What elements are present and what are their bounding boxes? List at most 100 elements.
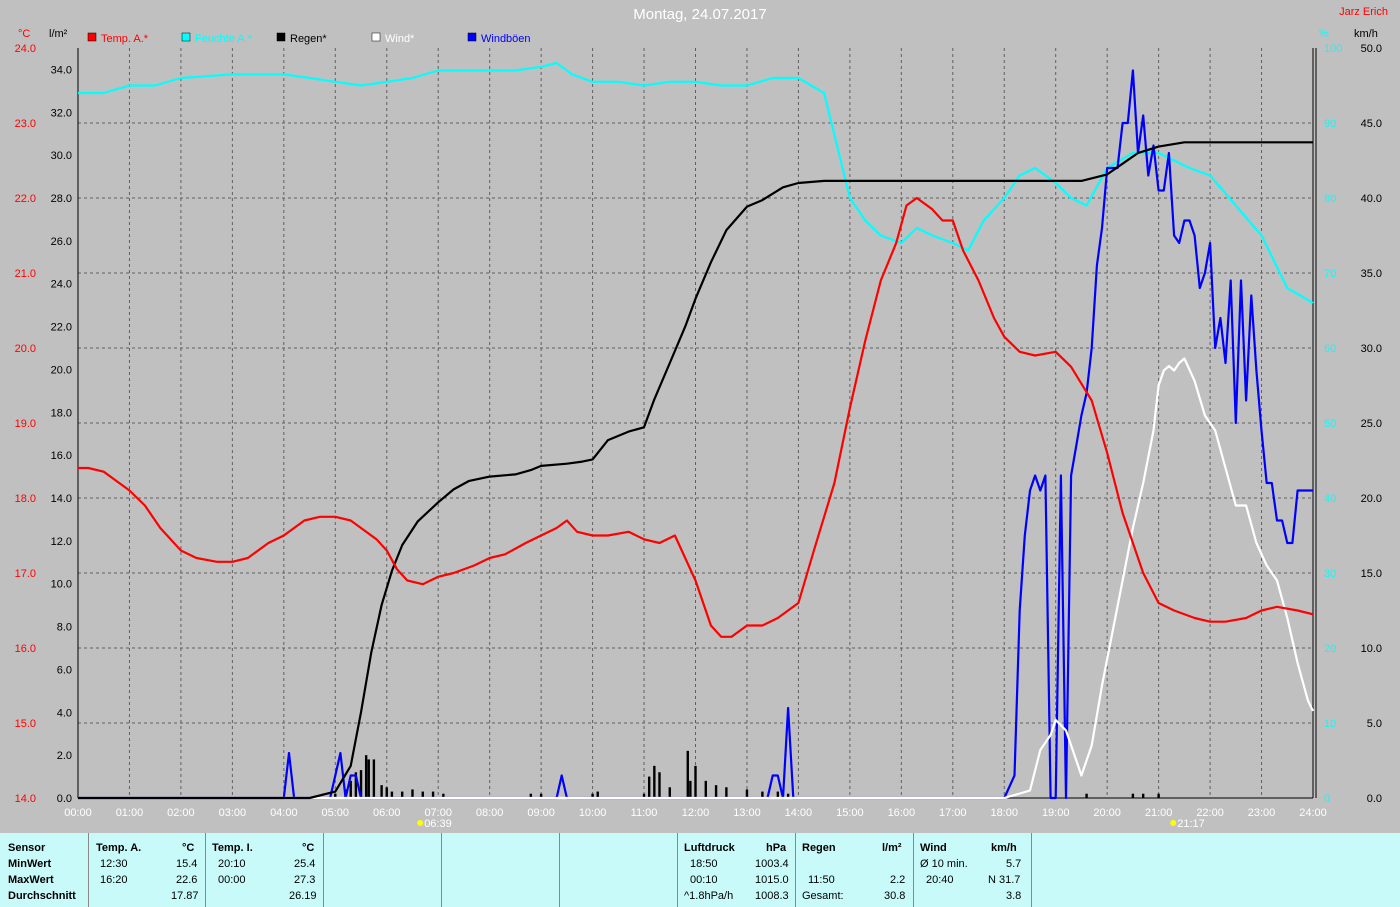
x-tick-label: 24:00 — [1299, 807, 1327, 819]
rain-tick-label: 34.0 — [51, 64, 72, 76]
rain-tick-label: 8.0 — [57, 622, 72, 634]
pressure-title: Luftdruck — [684, 842, 735, 854]
rain-tick-label: 16.0 — [51, 450, 72, 462]
pressure-min-time: 18:50 — [690, 858, 718, 870]
sun-markers: 06:39 21:17 — [417, 818, 1205, 830]
rain-tick-label: 2.0 — [57, 750, 72, 762]
rain-bar — [745, 789, 749, 798]
humidity-tick-label: 90 — [1324, 118, 1336, 130]
humidity-tick-label: 70 — [1324, 268, 1336, 280]
temp-tick-label: 22.0 — [15, 193, 36, 205]
wind-unit: km/h — [991, 842, 1017, 854]
rain-unit-label: l/m² — [49, 28, 68, 40]
x-tick-label: 04:00 — [270, 807, 298, 819]
temp-tick-label: 24.0 — [15, 43, 36, 55]
temp-tick-label: 14.0 — [15, 793, 36, 805]
legend-label: Feuchte A.* — [195, 33, 253, 45]
x-tick-label: 18:00 — [990, 807, 1018, 819]
x-tick-label: 15:00 — [836, 807, 864, 819]
rain-bar — [411, 789, 414, 798]
rain-bar — [367, 759, 370, 798]
rain-tick-label: 32.0 — [51, 107, 72, 119]
rain-tick-label: 18.0 — [51, 407, 72, 419]
chart-title: Montag, 24.07.2017 — [633, 6, 767, 23]
pressure-trend: ^1.8hPa/h — [684, 890, 734, 902]
humidity-tick-label: 10 — [1324, 718, 1336, 730]
wind-min: 5.7 — [1006, 858, 1022, 870]
temp-tick-label: 21.0 — [15, 268, 36, 280]
rain-tick-label: 24.0 — [51, 279, 72, 291]
x-tick-label: 19:00 — [1042, 807, 1070, 819]
wind-unit-label: km/h — [1354, 28, 1378, 40]
rain-bar — [1131, 793, 1135, 798]
humidity-unit-label: % — [1319, 28, 1329, 40]
rain-tick-label: 12.0 — [51, 536, 72, 548]
pressure-max: 1015.0 — [755, 874, 789, 886]
row-label-avg: Durchschnitt — [8, 890, 76, 902]
temp-a-max: 22.6 — [176, 874, 198, 886]
x-tick-label: 12:00 — [682, 807, 710, 819]
rain-total-label: Gesamt: — [802, 890, 844, 902]
rain-bar — [380, 785, 383, 798]
wind-min-label: Ø 10 min. — [920, 858, 968, 870]
rain-tick-label: 0.0 — [57, 793, 72, 805]
rain-tick-label: 30.0 — [51, 150, 72, 162]
sunset-marker-label: 21:17 — [1177, 818, 1205, 830]
sunset-marker-icon — [1170, 820, 1177, 826]
wind-tick-label: 0.0 — [1367, 793, 1382, 805]
wind-tick-label: 30.0 — [1361, 343, 1382, 355]
temp-i-min-time: 20:10 — [218, 858, 246, 870]
humidity-tick-label: 60 — [1324, 343, 1336, 355]
wind-avg: 3.8 — [1006, 890, 1022, 902]
wind-max-time: 20:40 — [926, 874, 954, 886]
rain-bar — [1085, 793, 1088, 798]
legend-swatch — [87, 32, 97, 42]
temp-tick-label: 15.0 — [15, 718, 36, 730]
humidity-tick-label: 20 — [1324, 643, 1336, 655]
legend-swatch — [276, 32, 286, 42]
legend-label: Wind* — [385, 33, 415, 45]
temp-a-avg: 17.87 — [171, 890, 199, 902]
pressure-min: 1003.4 — [755, 858, 789, 870]
sunrise-marker-icon — [417, 820, 424, 826]
temp-i-title: Temp. I. — [212, 842, 253, 854]
rain-bar — [658, 772, 661, 798]
rain-bar — [668, 787, 671, 798]
x-tick-label: 13:00 — [733, 807, 761, 819]
humidity-tick-label: 100 — [1324, 43, 1342, 55]
x-tick-label: 23:00 — [1248, 807, 1276, 819]
legend: Temp. A.* Feuchte A.* Regen* Wind* Windböen — [87, 32, 531, 45]
x-tick-label: 17:00 — [939, 807, 967, 819]
wind-tick-label: 50.0 — [1361, 43, 1382, 55]
temp-a-title: Temp. A. — [96, 842, 142, 854]
stats-table: Sensor MinWert MaxWert Durchschnitt Temp… — [0, 833, 1400, 907]
wind-tick-label: 35.0 — [1361, 268, 1382, 280]
rain-bar — [372, 759, 376, 798]
legend-swatch — [181, 32, 191, 42]
rain-bar — [686, 750, 689, 798]
temp-tick-label: 19.0 — [15, 418, 36, 430]
legend-label: Windböen — [481, 33, 531, 45]
temp-a-min-time: 12:30 — [100, 858, 128, 870]
wind-tick-label: 20.0 — [1361, 493, 1382, 505]
humidity-tick-label: 40 — [1324, 493, 1336, 505]
rain-bar — [385, 787, 388, 798]
rain-bar — [689, 780, 692, 798]
legend-label: Regen* — [290, 33, 327, 45]
rain-tick-label: 28.0 — [51, 193, 72, 205]
pressure-avg: 1008.3 — [755, 890, 789, 902]
temp-i-max-time: 00:00 — [218, 874, 246, 886]
humidity-tick-label: 80 — [1324, 193, 1336, 205]
legend-swatch — [467, 32, 477, 42]
row-label-sensor: Sensor — [8, 842, 46, 854]
temp-tick-label: 16.0 — [15, 643, 36, 655]
temp-tick-label: 17.0 — [15, 568, 36, 580]
wind-max: N 31.7 — [988, 874, 1021, 886]
rain-unit: l/m² — [882, 842, 902, 854]
temp-i-min: 25.4 — [294, 858, 316, 870]
temp-tick-label: 18.0 — [15, 493, 36, 505]
wind-tick-label: 45.0 — [1361, 118, 1382, 130]
rain-bar — [704, 780, 707, 798]
temp-a-max-time: 16:20 — [100, 874, 128, 886]
rain-bar — [725, 787, 728, 798]
